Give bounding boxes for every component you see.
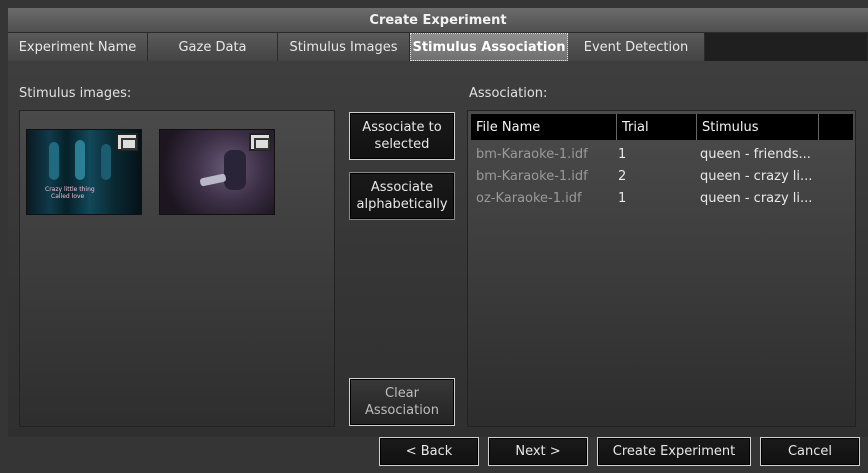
cell-trial: 2 [618,168,627,184]
cell-file-name: bm-Karaoke-1.idf [476,146,588,162]
tab-stimulus-association[interactable]: Stimulus Association [410,33,568,61]
association-label: Association: [469,86,548,101]
clear-association-button[interactable]: Clear Association [349,378,455,426]
tab-bar-filler [705,33,868,61]
stimulus-images-label: Stimulus images: [19,86,132,101]
stimulus-thumbnail[interactable]: Crazy little thing Called love [26,129,142,215]
table-header: File Name Trial Stimulus [471,114,853,140]
cancel-button[interactable]: Cancel [760,437,860,466]
back-button[interactable]: < Back [379,437,479,466]
create-experiment-window: Create Experiment Experiment Name Gaze D… [0,0,868,473]
film-icon [249,133,271,151]
cell-trial: 1 [618,190,627,206]
tab-bar: Experiment Name Gaze Data Stimulus Image… [8,33,868,61]
tab-stimulus-images[interactable]: Stimulus Images [278,33,410,61]
stimulus-thumbnail[interactable] [159,129,275,215]
column-header-filler [819,114,853,140]
tab-experiment-name[interactable]: Experiment Name [8,33,148,61]
table-row[interactable]: oz-Karaoke-1.idf 1 queen - crazy li... [471,187,853,209]
table-row[interactable]: bm-Karaoke-1.idf 2 queen - crazy li... [471,165,853,187]
associate-alphabetically-button[interactable]: Associate alphabetically [349,172,455,220]
associate-to-selected-button[interactable]: Associate to selected [349,112,455,160]
next-button[interactable]: Next > [488,437,588,466]
create-experiment-button[interactable]: Create Experiment [597,437,751,466]
film-icon [116,133,138,151]
column-header-stimulus[interactable]: Stimulus [697,114,819,140]
column-header-trial[interactable]: Trial [617,114,697,140]
cell-stimulus: queen - crazy li... [700,190,813,206]
table-row[interactable]: bm-Karaoke-1.idf 1 queen - friends... [471,143,853,165]
stimulus-images-list[interactable]: Crazy little thing Called love [19,110,335,427]
window-title: Create Experiment [8,8,868,33]
thumbnail-caption: Crazy little thing Called love [45,186,95,200]
tab-gaze-data[interactable]: Gaze Data [148,33,278,61]
cell-stimulus: queen - friends... [700,146,811,162]
association-table[interactable]: File Name Trial Stimulus bm-Karaoke-1.id… [467,110,856,427]
cell-file-name: bm-Karaoke-1.idf [476,168,588,184]
tab-event-detection[interactable]: Event Detection [568,33,705,61]
column-header-file-name[interactable]: File Name [471,114,617,140]
cell-trial: 1 [618,146,627,162]
cell-stimulus: queen - crazy li... [700,168,813,184]
cell-file-name: oz-Karaoke-1.idf [476,190,582,206]
